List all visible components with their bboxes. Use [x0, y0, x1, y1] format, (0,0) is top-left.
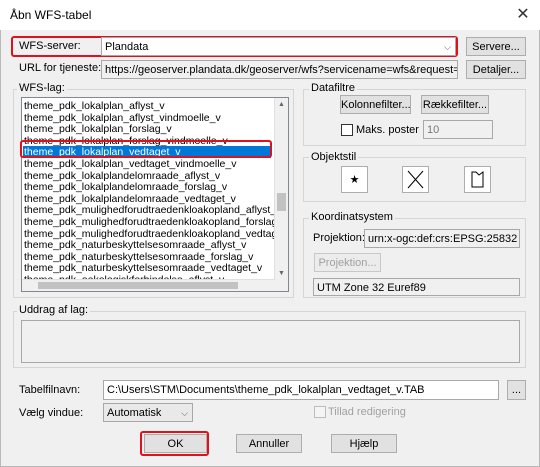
list-item[interactable]: theme_pdk_lokalplandelomraade_forslag_v — [24, 181, 227, 193]
excerpt-title: Uddrag af lag: — [17, 304, 91, 316]
zone-field[interactable]: UTM Zone 32 Euref89 — [313, 278, 520, 296]
file-field[interactable]: C:\Users\STM\Documents\theme_pdk_lokalpl… — [103, 380, 499, 400]
allow-editing-checkbox[interactable] — [314, 406, 326, 418]
row-filter-button[interactable]: Rækkefilter... — [421, 95, 489, 114]
list-item[interactable]: theme_pdk_naturbeskyttelsesomraade_aflys… — [24, 239, 246, 251]
scroll-thumb[interactable] — [277, 193, 286, 211]
projection-button[interactable]: Projektion... — [314, 253, 381, 272]
coords-title: Koordinatsystem — [309, 211, 395, 223]
url-field[interactable]: https://geoserver.plandata.dk/geoserver/… — [101, 60, 458, 79]
layers-list[interactable]: theme_pdk_lokalplan_aflyst_v theme_pdk_lo… — [21, 97, 289, 292]
column-filter-button[interactable]: Kolonnefilter... — [340, 95, 411, 114]
view-combobox[interactable]: Automatisk ⌵ — [103, 403, 193, 422]
layers-horizontal-scrollbar[interactable] — [22, 279, 275, 291]
browse-button[interactable]: ... — [507, 380, 526, 400]
chevron-down-icon: ⌵ — [444, 42, 451, 52]
view-value: Automatisk — [107, 407, 162, 419]
max-records-label: Maks. poster — [356, 124, 419, 136]
window-title: Åbn WFS-tabel — [10, 8, 92, 22]
close-icon[interactable]: ✕ — [512, 4, 534, 26]
allow-editing-label: Tillad redigering — [328, 406, 406, 418]
list-item[interactable]: theme_pdk_lokalplan_aflyst_vindmoelle_v — [24, 112, 221, 124]
scroll-down-icon[interactable]: ▼ — [278, 270, 285, 277]
excerpt-area — [21, 320, 520, 363]
list-item[interactable]: theme_pdk_naturbeskyttelsesomraade_vedta… — [24, 262, 262, 274]
layers-group-title: WFS-lag: — [17, 82, 67, 94]
url-label: URL for tjeneste: — [19, 62, 102, 74]
list-item[interactable]: theme_pdk_lokalplan_aflyst_v — [24, 100, 165, 112]
file-label: Tabelfilnavn: — [19, 384, 81, 396]
datafilter-title: Datafiltre — [309, 82, 358, 94]
object-style-title: Objektstil — [309, 151, 359, 163]
projection-field[interactable]: urn:x-ogc:def:crs:EPSG:25832 — [364, 229, 520, 248]
help-button[interactable]: Hjælp — [331, 434, 397, 453]
list-item[interactable]: theme_pdk_lokalplandelomraade_aflyst_v — [24, 170, 220, 182]
list-item[interactable]: theme_pdk_lokalplan_vedtaget_vindmoelle_… — [24, 158, 236, 170]
view-label: Vælg vindue: — [19, 407, 84, 419]
region-style-icon[interactable] — [464, 166, 491, 193]
list-item[interactable]: theme_pdk_mulighedforudtraedenkloakoplan… — [24, 216, 288, 228]
star-symbol-icon[interactable]: ★ — [341, 166, 368, 193]
details-button[interactable]: Detaljer... — [466, 60, 526, 79]
ok-highlight — [140, 431, 209, 456]
line-style-icon[interactable] — [402, 166, 429, 193]
server-combobox[interactable]: Plandata ⌵ — [101, 37, 456, 56]
list-item[interactable]: theme_pdk_lokalplandelomraade_vedtaget_v — [24, 193, 236, 205]
scroll-up-icon[interactable]: ▲ — [278, 101, 285, 108]
server-value: Plandata — [105, 41, 149, 53]
list-item[interactable]: theme_pdk_naturbeskyttelsesomraade_forsl… — [24, 251, 253, 263]
projection-label: Projektion: — [313, 232, 365, 244]
cancel-button[interactable]: Annuller — [236, 434, 302, 453]
max-records-field[interactable]: 10 — [423, 120, 493, 139]
hscroll-thumb[interactable] — [38, 282, 238, 289]
layers-vertical-scrollbar[interactable]: ▲ ▼ — [274, 98, 288, 291]
list-item[interactable]: theme_pdk_mulighedforudtraedenkloakoplan… — [24, 204, 281, 216]
list-item[interactable]: theme_pdk_lokalplan_forslag_v — [24, 123, 172, 135]
server-label: WFS-server: — [19, 40, 81, 52]
max-records-checkbox[interactable] — [341, 124, 353, 136]
selected-layer-highlight — [20, 140, 272, 158]
chevron-down-icon: ⌵ — [181, 408, 188, 418]
list-item[interactable]: theme_pdk_mulighedforudtraedenkloakoplan… — [24, 228, 288, 240]
servers-button[interactable]: Servere... — [466, 37, 526, 56]
